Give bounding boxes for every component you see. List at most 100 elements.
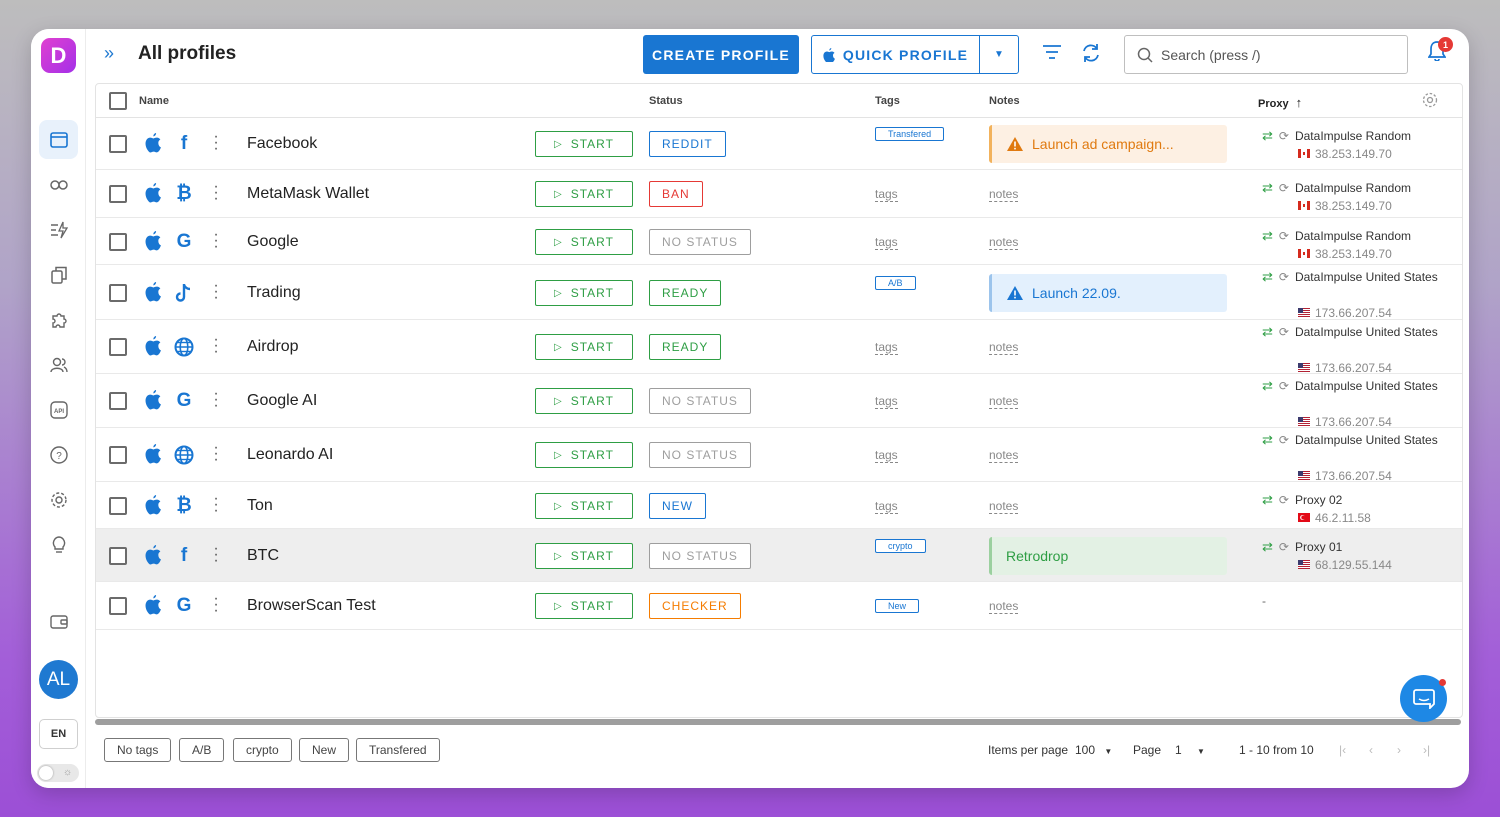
filter-chip-crypto[interactable]: crypto <box>233 738 292 762</box>
status-badge[interactable]: READY <box>649 280 722 306</box>
language-button[interactable]: EN <box>39 719 78 749</box>
table-row[interactable]: f · · · BTC ▷ START NO STATUS crypto Retrodrop ⇄ ⟳ P… <box>96 529 1462 582</box>
theme-toggle[interactable]: ☼ <box>37 764 79 782</box>
notifications-button[interactable]: 1 <box>1427 37 1453 67</box>
column-settings-icon[interactable] <box>1422 92 1438 111</box>
sidebar-item-settings[interactable] <box>39 480 78 519</box>
start-button[interactable]: ▷ START <box>535 181 633 207</box>
prev-page-icon[interactable]: ‹ <box>1369 743 1373 757</box>
sidebar-item-links[interactable] <box>39 165 78 204</box>
sidebar-item-extensions[interactable] <box>39 300 78 339</box>
profile-name[interactable]: Google <box>247 233 299 251</box>
refresh-icon[interactable] <box>1081 43 1101 69</box>
filter-chip-ab[interactable]: A/B <box>179 738 225 762</box>
start-button[interactable]: ▷ START <box>535 442 633 468</box>
proxy-cell[interactable]: ⇄ ⟳ DataImpulse Random 38.253.149.70 <box>1262 128 1411 162</box>
refresh-icon[interactable]: ⟳ <box>1279 129 1289 143</box>
note-card[interactable]: Launch ad campaign... <box>989 125 1227 163</box>
swap-icon[interactable]: ⇄ <box>1262 180 1273 196</box>
filter-chip-new[interactable]: New <box>299 738 350 762</box>
table-row[interactable]: ₿ · · · MetaMask Wallet ▷ START BAN tags notes ⇄ ⟳ D… <box>96 170 1462 218</box>
row-checkbox[interactable] <box>109 185 127 203</box>
swap-icon[interactable]: ⇄ <box>1262 492 1273 508</box>
notes-placeholder[interactable]: notes <box>989 500 1019 514</box>
notes-placeholder[interactable]: notes <box>989 341 1019 355</box>
proxy-cell[interactable]: ⇄ ⟳ DataImpulse United States 173.66.207.54 <box>1262 378 1438 430</box>
status-badge[interactable]: NO STATUS <box>649 543 751 569</box>
more-vertical-icon[interactable]: · · · <box>212 227 220 255</box>
proxy-cell[interactable]: ⇄ ⟳ DataImpulse United States 173.66.207.54 <box>1262 269 1438 321</box>
row-checkbox[interactable] <box>109 497 127 515</box>
profile-name[interactable]: BrowserScan Test <box>247 597 376 615</box>
proxy-cell[interactable]: ⇄ ⟳ DataImpulse Random 38.253.149.70 <box>1262 228 1411 262</box>
swap-icon[interactable]: ⇄ <box>1262 128 1273 144</box>
proxy-cell[interactable]: ⇄ ⟳ DataImpulse Random 38.253.149.70 <box>1262 180 1411 214</box>
tags-placeholder[interactable]: tags <box>875 500 898 514</box>
row-checkbox[interactable] <box>109 547 127 565</box>
search-input[interactable] <box>1161 46 1391 63</box>
table-row[interactable]: · · · Airdrop ▷ START READY tags notes ⇄ ⟳ DataImpu… <box>96 320 1462 376</box>
table-row[interactable]: · · · Trading ▷ START READY A/B Launch 22.09. ⇄ ⟳ D… <box>96 265 1462 320</box>
swap-icon[interactable]: ⇄ <box>1262 539 1273 555</box>
first-page-icon[interactable]: |‹ <box>1339 743 1346 757</box>
avatar[interactable]: AL <box>39 660 78 699</box>
table-row[interactable]: ₿ · · · Ton ▷ START NEW tags notes ⇄ ⟳ Proxy 02 46.2.… <box>96 482 1462 529</box>
swap-icon[interactable]: ⇄ <box>1262 432 1273 448</box>
row-checkbox[interactable] <box>109 135 127 153</box>
select-all-checkbox[interactable] <box>109 92 127 110</box>
next-page-icon[interactable]: › <box>1397 743 1401 757</box>
profile-name[interactable]: Leonardo AI <box>247 446 333 464</box>
row-checkbox[interactable] <box>109 338 127 356</box>
filter-chip-no-tags[interactable]: No tags <box>104 738 172 762</box>
status-badge[interactable]: CHECKER <box>649 593 741 619</box>
sidebar-item-help[interactable]: ? <box>39 435 78 474</box>
refresh-icon[interactable]: ⟳ <box>1279 229 1289 243</box>
swap-icon[interactable]: ⇄ <box>1262 324 1273 340</box>
chevron-down-icon[interactable]: ▼ <box>980 49 1018 60</box>
quick-profile-label[interactable]: QUICK PROFILE <box>812 36 980 73</box>
start-button[interactable]: ▷ START <box>535 131 633 157</box>
column-proxy[interactable]: Proxy ↑ <box>1258 95 1302 110</box>
profile-name[interactable]: Google AI <box>247 392 317 410</box>
column-status[interactable]: Status <box>649 95 683 107</box>
page-select[interactable]: 1 ▼ <box>1175 743 1205 757</box>
proxy-cell[interactable]: ⇄ ⟳ Proxy 02 46.2.11.58 <box>1262 492 1371 526</box>
more-vertical-icon[interactable]: · · · <box>212 541 220 569</box>
sidebar-item-tips[interactable] <box>39 525 78 564</box>
refresh-icon[interactable]: ⟳ <box>1279 270 1289 284</box>
sidebar-item-automation[interactable] <box>39 210 78 249</box>
start-button[interactable]: ▷ START <box>535 334 633 360</box>
proxy-cell[interactable]: ⇄ ⟳ DataImpulse United States 173.66.207.54 <box>1262 432 1438 484</box>
horizontal-scrollbar[interactable] <box>95 719 1461 725</box>
column-name[interactable]: Name <box>139 95 169 107</box>
tags-placeholder[interactable]: tags <box>875 341 898 355</box>
note-card[interactable]: Launch 22.09. <box>989 274 1227 312</box>
profile-name[interactable]: Ton <box>247 497 273 515</box>
more-vertical-icon[interactable]: · · · <box>212 440 220 468</box>
table-row[interactable]: G · · · BrowserScan Test ▷ START CHECKER New note… <box>96 582 1462 630</box>
notes-placeholder[interactable]: notes <box>989 600 1019 614</box>
swap-icon[interactable]: ⇄ <box>1262 378 1273 394</box>
status-badge[interactable]: REDDIT <box>649 131 726 157</box>
note-card[interactable]: Retrodrop <box>989 537 1227 575</box>
notes-placeholder[interactable]: notes <box>989 395 1019 409</box>
proxy-cell[interactable]: ⇄ ⟳ DataImpulse United States 173.66.207.54 <box>1262 324 1438 376</box>
more-vertical-icon[interactable]: · · · <box>212 179 220 207</box>
refresh-icon[interactable]: ⟳ <box>1279 379 1289 393</box>
quick-profile-button[interactable]: QUICK PROFILE ▼ <box>811 35 1019 74</box>
search-field[interactable] <box>1124 35 1408 74</box>
refresh-icon[interactable]: ⟳ <box>1279 433 1289 447</box>
table-row[interactable]: G · · · Google AI ▷ START NO STATUS tags notes ⇄ ⟳ D… <box>96 374 1462 430</box>
status-badge[interactable]: BAN <box>649 181 703 207</box>
start-button[interactable]: ▷ START <box>535 280 633 306</box>
status-badge[interactable]: READY <box>649 334 722 360</box>
column-tags[interactable]: Tags <box>875 95 900 107</box>
status-badge[interactable]: NO STATUS <box>649 442 751 468</box>
start-button[interactable]: ▷ START <box>535 593 633 619</box>
swap-icon[interactable]: ⇄ <box>1262 269 1273 285</box>
items-per-page-select[interactable]: 100 ▼ <box>1075 743 1112 757</box>
more-vertical-icon[interactable]: · · · <box>212 491 220 519</box>
filter-icon[interactable] <box>1042 43 1062 66</box>
refresh-icon[interactable]: ⟳ <box>1279 181 1289 195</box>
create-profile-button[interactable]: CREATE PROFILE <box>643 35 799 74</box>
